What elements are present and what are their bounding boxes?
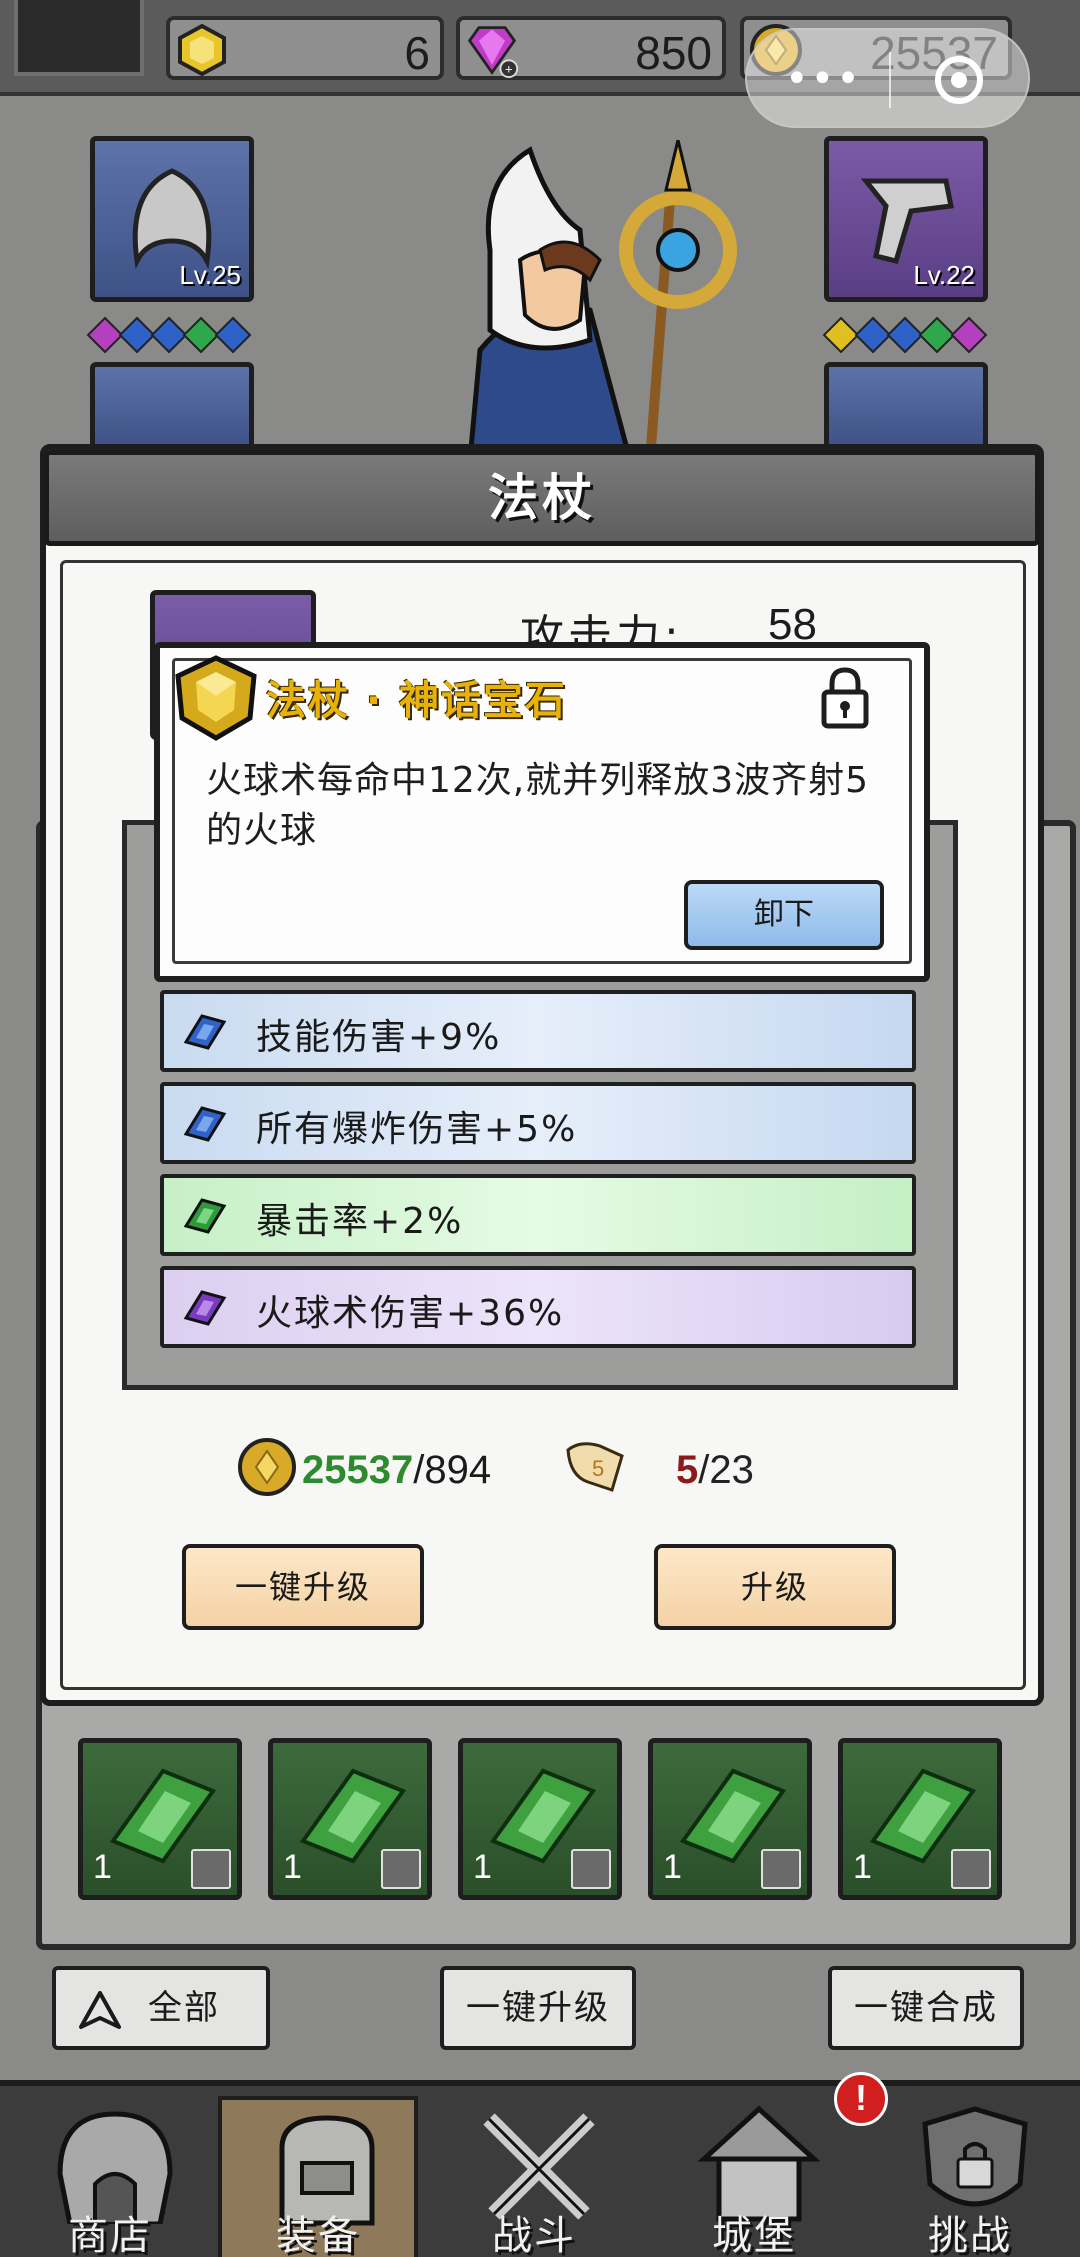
scroll-cost: 5/23 [676, 1448, 754, 1493]
scroll-icon: 5 [566, 1442, 624, 1492]
ring-slot-tag-icon [381, 1849, 421, 1889]
gem-qty: 1 [663, 1848, 682, 1886]
pants-level: Lv.22 [913, 260, 975, 290]
gem-qty: 1 [283, 1848, 302, 1886]
filter-all-label: 全部 [148, 1988, 220, 2028]
stat-text: 暴击率+2% [256, 1201, 464, 1242]
gem-inventory-item[interactable]: 1 [268, 1738, 432, 1900]
weapon-slot-tag-icon [951, 1849, 991, 1889]
hood-gem-dots [86, 316, 252, 354]
stat-text: 所有爆炸伤害+5% [256, 1109, 578, 1150]
gem-inventory-item[interactable]: 1 [458, 1738, 622, 1900]
bulk-upgrade-button[interactable]: 一键升级 [440, 1966, 636, 2050]
more-dots-icon[interactable]: ••• [785, 56, 862, 102]
scroll-need: /23 [698, 1448, 754, 1492]
diamond-counter[interactable]: + 850 [456, 16, 726, 80]
tab-battle-label: 战斗 [492, 2213, 576, 2257]
purple-gem-icon [183, 1290, 227, 1326]
dialog-header: 法杖 [44, 450, 1040, 546]
stat-row: 暴击率+2% [160, 1174, 916, 1256]
gem-inventory-item[interactable]: 1 [78, 1738, 242, 1900]
scroll-have: 5 [676, 1448, 699, 1492]
tab-equipment[interactable]: 装备 [218, 2096, 418, 2257]
gem-inventory-item[interactable]: 1 [838, 1738, 1002, 1900]
armor-slot-tag-icon [571, 1849, 611, 1889]
gem-inventory-item[interactable]: 1 [648, 1738, 812, 1900]
capsule-divider [889, 52, 891, 108]
boots-slot-tag-icon [761, 1849, 801, 1889]
lock-icon[interactable] [818, 664, 872, 730]
tab-shop[interactable]: 商店 [10, 2096, 210, 2257]
stat-row: 技能伤害+9% [160, 990, 916, 1072]
yellow-gem-icon [178, 23, 226, 77]
bottom-tab-bar: 商店 装备 战斗 ! 城堡 挑战 [0, 2072, 1080, 2257]
svg-text:5: 5 [592, 1456, 604, 1481]
blue-gem-icon [183, 1106, 227, 1142]
equip-slot-ring[interactable] [824, 362, 988, 452]
gold-have: 25537 [302, 1448, 414, 1492]
gold-cost: 25537/894 [302, 1448, 491, 1493]
gem-counter[interactable]: 6 [166, 16, 444, 80]
stat-text: 火球术伤害+36% [256, 1293, 565, 1334]
tab-battle[interactable]: 战斗 [434, 2096, 634, 2257]
close-target-icon[interactable] [935, 56, 983, 104]
gold-need: /894 [413, 1448, 492, 1492]
tab-castle-label: 城堡 [712, 2213, 796, 2257]
equip-slot-pants[interactable]: Lv.22 [824, 136, 988, 302]
tab-shop-label: 商店 [68, 2213, 152, 2257]
upgrade-all-button[interactable]: 一键升级 [182, 1544, 424, 1630]
gem-description: 火球术每命中12次,就并列释放3波齐射5的火球 [206, 760, 870, 851]
tab-challenge[interactable]: 挑战 [870, 2096, 1070, 2257]
stat-row: 所有爆炸伤害+5% [160, 1082, 916, 1164]
green-gem-icon [183, 1198, 227, 1234]
gold-coin-icon [238, 1438, 296, 1496]
diamond-icon: + [467, 26, 519, 78]
gem-dot-icon [214, 316, 252, 354]
miniprogram-capsule: ••• [745, 28, 1030, 128]
tab-challenge-label: 挑战 [928, 2213, 1012, 2257]
dialog-title: 法杖 [488, 469, 596, 527]
equip-slot-hood[interactable]: Lv.25 [90, 136, 254, 302]
unequip-button[interactable]: 卸下 [684, 880, 884, 950]
bulk-merge-button[interactable]: 一键合成 [828, 1966, 1024, 2050]
diamond-count: 850 [635, 27, 712, 79]
tab-equipment-label: 装备 [276, 2213, 360, 2257]
tab-castle[interactable]: ! 城堡 [654, 2072, 888, 2257]
stat-row: 火球术伤害+36% [160, 1266, 916, 1348]
blue-gem-icon [183, 1014, 227, 1050]
svg-text:+: + [505, 61, 513, 76]
pants-gem-dots [822, 316, 988, 354]
gem-qty: 1 [473, 1848, 492, 1886]
hero-mage-character [467, 140, 737, 460]
filter-all-button[interactable]: 全部 [52, 1966, 270, 2050]
mythic-gem-icon [175, 655, 257, 741]
gem-qty: 1 [853, 1848, 872, 1886]
gem-dot-icon [950, 316, 988, 354]
player-avatar[interactable] [14, 0, 144, 76]
gem-count: 6 [404, 27, 430, 79]
hood-slot-tag-icon [191, 1849, 231, 1889]
gem-qty: 1 [93, 1848, 112, 1886]
triangle-filter-icon [79, 1991, 121, 2029]
hood-level: Lv.25 [179, 260, 241, 290]
upgrade-button[interactable]: 升级 [654, 1544, 896, 1630]
gem-popup-title: 法杖 · 神话宝石 [266, 678, 568, 724]
stat-text: 技能伤害+9% [256, 1017, 502, 1058]
equip-slot-armor[interactable] [90, 362, 254, 452]
